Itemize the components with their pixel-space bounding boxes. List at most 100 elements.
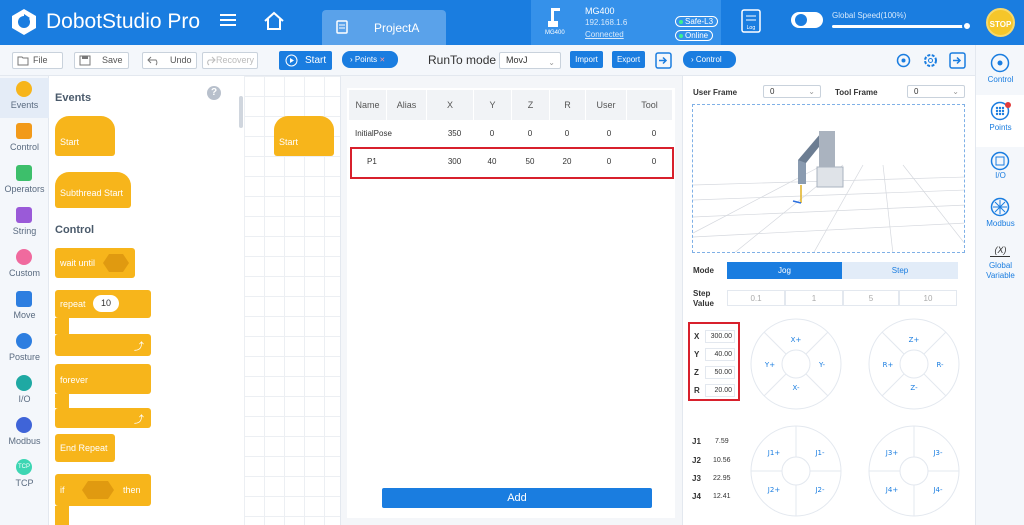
category-custom[interactable]: Custom xyxy=(0,246,49,286)
workspace-start-block[interactable]: Start xyxy=(274,116,334,156)
recovery-button[interactable]: Recovery xyxy=(202,52,258,69)
control-pill[interactable]: › Control xyxy=(683,51,736,68)
step-value-label: Step Value xyxy=(693,289,714,308)
category-tcp[interactable]: TCP TCP xyxy=(0,456,49,496)
import-button[interactable]: Import xyxy=(570,51,603,68)
sidebar-item-modbus[interactable]: Modbus xyxy=(976,195,1024,247)
category-label: Control xyxy=(9,142,39,152)
runto-select[interactable]: MovJ ⌄ xyxy=(499,52,561,69)
help-icon[interactable]: ? xyxy=(207,86,221,100)
save-button[interactable]: Save xyxy=(74,52,129,69)
if-then-block[interactable]: if then xyxy=(55,474,151,506)
sidebar-item-points[interactable]: Points xyxy=(976,95,1024,147)
hamburger-menu-icon[interactable] xyxy=(220,12,236,28)
start-block[interactable]: Start xyxy=(55,116,115,156)
jog-zr-pad[interactable]: Z+ Z- R+ R- xyxy=(868,318,960,410)
category-operators[interactable]: Operators xyxy=(0,162,49,202)
tcp-icon: TCP xyxy=(16,459,32,475)
loop-arrow-icon: ⤴ xyxy=(134,342,144,353)
jog-j3-j4-pad[interactable]: J3+ J3- J4+ J4- xyxy=(868,425,960,517)
jog-y-plus: Y+ xyxy=(764,361,775,369)
chevron-right-icon-2: › xyxy=(691,55,694,64)
category-posture[interactable]: Posture xyxy=(0,330,49,370)
cell-tool: 0 xyxy=(651,129,657,138)
jog-x-plus: X+ xyxy=(791,336,802,344)
robot-arm-icon xyxy=(548,8,560,27)
robot-3d-view[interactable] xyxy=(692,104,965,253)
mode-step-tab[interactable]: Step xyxy=(842,262,958,279)
app-header: DobotStudio Pro ProjectA MG400 MG400 192… xyxy=(0,0,1024,45)
undo-icon xyxy=(147,56,158,66)
category-move[interactable]: Move xyxy=(0,288,49,328)
play-circle-icon xyxy=(285,54,298,67)
start-button[interactable]: Start xyxy=(279,51,332,70)
reset-view-icon[interactable] xyxy=(895,52,912,69)
wait-until-block[interactable]: wait until xyxy=(55,248,135,278)
home-icon[interactable] xyxy=(263,11,285,31)
add-point-button[interactable]: Add xyxy=(382,488,652,508)
program-workspace[interactable]: Start xyxy=(244,76,341,525)
project-tab[interactable]: ProjectA xyxy=(322,10,446,45)
repeat-block[interactable]: repeat 10 xyxy=(55,290,151,318)
coord-value-y: 40.00 xyxy=(705,348,735,361)
jog-xy-pad[interactable]: X+ X- Y+ Y- xyxy=(750,318,842,410)
jog-j1-j2-pad[interactable]: J1+ J1- J2+ J2- xyxy=(750,425,842,517)
points-card: Name Alias X Y Z R User Tool InitialPose… xyxy=(347,88,675,518)
file-label: File xyxy=(33,55,48,65)
mode-jog-tab[interactable]: Jog xyxy=(727,262,842,279)
variable-icon-underline xyxy=(990,256,1010,257)
sidebar-item-global-variable[interactable]: (X) Global Variable xyxy=(976,241,1024,301)
coord-axis-z: Z xyxy=(694,368,699,377)
step-value-5[interactable]: 5 xyxy=(843,290,899,306)
coord-value-x: 300.00 xyxy=(705,330,735,343)
stop-button[interactable]: STOP xyxy=(986,8,1015,37)
sidebar-item-label: I/O xyxy=(995,171,1006,180)
robot-scene-icon xyxy=(693,105,964,252)
step-value-0-1[interactable]: 0.1 xyxy=(727,290,785,306)
category-events[interactable]: Events xyxy=(0,78,49,118)
speed-toggle-icon[interactable] xyxy=(790,10,824,30)
forever-block[interactable]: forever xyxy=(55,364,151,394)
category-modbus[interactable]: Modbus xyxy=(0,414,49,454)
jog-z-minus: Z- xyxy=(910,384,918,392)
close-icon[interactable]: ✕ xyxy=(379,57,385,64)
cell-name: InitialPose xyxy=(355,129,392,138)
category-io[interactable]: I/O xyxy=(0,372,49,412)
settings-icon[interactable] xyxy=(922,52,939,69)
subthread-start-block[interactable]: Subthread Start xyxy=(55,172,131,208)
cell-z: 50 xyxy=(525,157,535,166)
speed-slider-knob[interactable] xyxy=(962,21,972,31)
points-pill[interactable]: › Points ✕ xyxy=(342,51,398,68)
user-frame-select[interactable]: 0 ⌄ xyxy=(763,85,821,98)
points-panel: Name Alias X Y Z R User Tool InitialPose… xyxy=(341,76,682,525)
jog-j3-minus: J3- xyxy=(932,449,943,457)
speed-slider[interactable] xyxy=(832,21,972,31)
connection-status[interactable]: Connected xyxy=(585,30,624,39)
step-value-1[interactable]: 1 xyxy=(785,290,843,306)
end-repeat-block[interactable]: End Repeat xyxy=(55,434,115,462)
points-pill-label: Points xyxy=(354,55,378,64)
exit-panel-icon[interactable] xyxy=(949,52,966,69)
joint-value-j3: 22.95 xyxy=(713,475,731,482)
step-value-10[interactable]: 10 xyxy=(899,290,957,306)
sidebar-item-io[interactable]: I/O xyxy=(976,147,1024,199)
col-header-tool: Tool xyxy=(627,90,673,120)
chevron-down-icon: ⌄ xyxy=(808,87,815,96)
palette-scrollbar[interactable] xyxy=(239,96,243,128)
category-label: Events xyxy=(10,100,39,110)
repeat-count-input[interactable]: 10 xyxy=(93,295,119,312)
export-button[interactable]: Export xyxy=(612,51,645,68)
coord-axis-r: R xyxy=(694,386,700,395)
file-button[interactable]: File xyxy=(12,52,63,69)
variable-x-icon: (X) xyxy=(994,245,1007,255)
undo-button[interactable]: Undo xyxy=(142,52,197,69)
panel-expand-icon[interactable] xyxy=(655,52,672,69)
sidebar-item-label: Global Variable xyxy=(986,261,1015,280)
category-control[interactable]: Control xyxy=(0,120,49,160)
sidebar-item-control[interactable]: Control xyxy=(976,47,1024,99)
tool-frame-select[interactable]: 0 ⌄ xyxy=(907,85,965,98)
cell-z: 0 xyxy=(527,129,533,138)
chevron-down-icon: ⌄ xyxy=(548,58,555,67)
category-string[interactable]: String xyxy=(0,204,49,244)
log-button[interactable]: Log xyxy=(740,9,762,36)
